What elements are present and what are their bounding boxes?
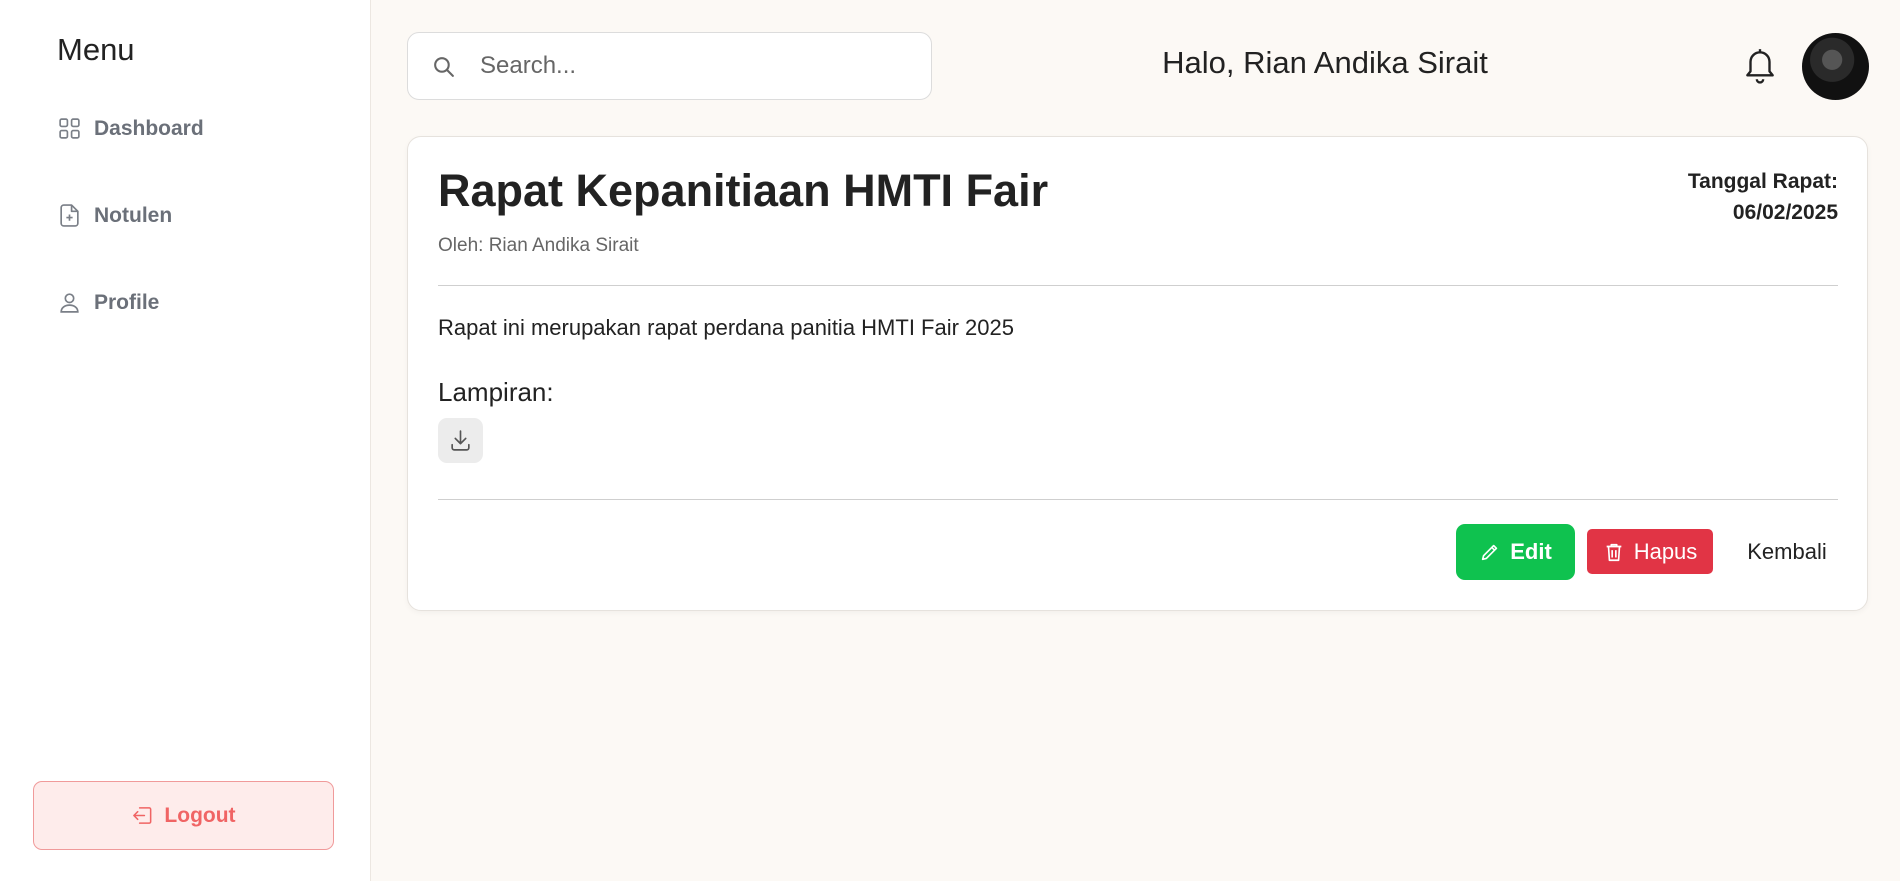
avatar[interactable] [1802,33,1869,100]
greeting-text: Halo, Rian Andika Sirait [1162,45,1488,80]
back-label: Kembali [1747,538,1827,564]
meeting-description: Rapat ini merupakan rapat perdana paniti… [438,315,1014,340]
sidebar-item-profile[interactable]: Profile [57,290,159,315]
download-attachment-button[interactable] [438,418,483,463]
download-icon [451,430,470,451]
meeting-detail-card: Rapat Kepanitiaan HMTI Fair Oleh: Rian A… [407,136,1868,611]
sidebar: Menu Dashboard Notulen Profile Logout [0,0,371,881]
search-bar [407,32,932,100]
meeting-title: Rapat Kepanitiaan HMTI Fair [438,165,1049,216]
grid-icon [59,118,80,139]
delete-label: Hapus [1633,538,1698,564]
sidebar-item-label: Dashboard [94,116,204,140]
sidebar-item-dashboard[interactable]: Dashboard [57,116,204,141]
back-button[interactable]: Kembali [1728,529,1846,574]
sidebar-item-label: Notulen [94,203,173,227]
divider [438,285,1838,286]
trash-icon [1606,543,1622,561]
file-plus-icon [60,204,79,227]
delete-button[interactable]: Hapus [1587,529,1713,574]
meeting-date-value: 06/02/2025 [1732,201,1838,224]
attachment-label: Lampiran: [438,377,554,407]
logout-icon [133,807,152,824]
search-input[interactable] [480,52,900,80]
divider [438,499,1838,500]
sidebar-item-notulen[interactable]: Notulen [57,203,172,228]
edit-button[interactable]: Edit [1456,524,1575,580]
sidebar-title: Menu [57,32,135,67]
logout-label: Logout [164,803,236,827]
user-icon [60,293,79,313]
meeting-date-label: Tanggal Rapat: [1687,170,1838,193]
meeting-author: Oleh: Rian Andika Sirait [438,235,639,256]
sidebar-item-label: Profile [94,290,160,314]
pencil-icon [1482,544,1498,561]
search-icon [434,56,454,77]
logout-button[interactable]: Logout [33,781,334,850]
edit-label: Edit [1510,539,1552,564]
bell-icon[interactable] [1741,45,1779,85]
